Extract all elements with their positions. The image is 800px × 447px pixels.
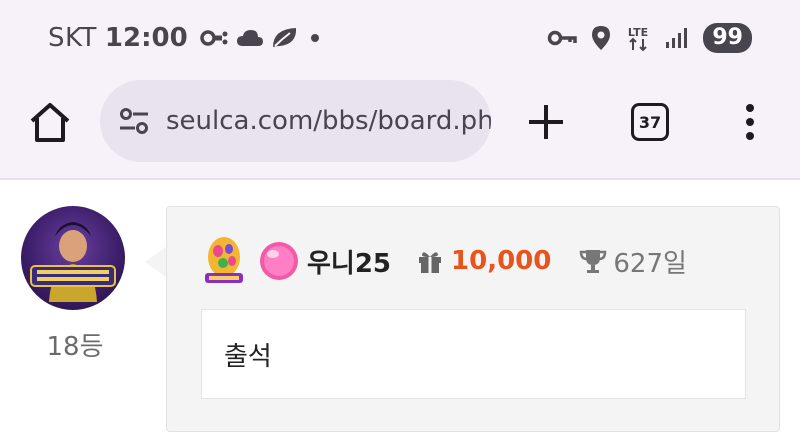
home-icon[interactable] (27, 100, 73, 146)
comment-header: 우니25 10,000 627일 (201, 235, 687, 287)
url-text[interactable]: seulca.com/bbs/board.ph (166, 106, 491, 136)
status-left: SKT 12:00 (48, 22, 324, 54)
status-bar: SKT 12:00 LTE 99 (0, 0, 800, 80)
vpn-key-icon (548, 30, 578, 46)
url-bar[interactable]: seulca.com/bbs/board.ph (100, 80, 491, 162)
notification-icons (199, 25, 324, 51)
lte-icon: LTE (628, 26, 648, 52)
leaf-icon (272, 28, 296, 47)
avatar-image (30, 222, 116, 302)
plus-icon[interactable] (526, 102, 566, 142)
days-count: 627일 (613, 248, 687, 279)
clock: 12:00 (104, 23, 188, 53)
dot-icon (310, 34, 319, 42)
tab-count: 37 (638, 112, 662, 132)
more-vert-icon[interactable] (735, 102, 765, 142)
location-icon (592, 26, 611, 50)
trophy-icon (580, 250, 607, 273)
comment-card: 우니25 10,000 627일 출석 (166, 206, 780, 432)
tabs-button[interactable]: 37 (631, 103, 669, 141)
signal-icon (666, 28, 688, 48)
carrier-label: SKT (48, 23, 97, 53)
status-right: LTE 99 (547, 22, 752, 54)
comment-text: 출석 (224, 342, 272, 372)
egg-badge-icon (205, 237, 243, 283)
avatar[interactable] (21, 206, 125, 310)
site-settings-icon[interactable] (118, 105, 150, 137)
browser-toolbar: seulca.com/bbs/board.ph 37 (0, 80, 800, 180)
points-value: 10,000 (451, 246, 552, 276)
link-icon (199, 30, 228, 46)
page-content: 18등 우니25 10,000 627일 출석 (0, 182, 800, 447)
card-tail (145, 246, 167, 278)
username[interactable]: 우니25 (307, 243, 391, 280)
comment-body: 출석 (201, 309, 746, 399)
gift-icon (419, 252, 442, 273)
rank-label: 18등 (46, 332, 104, 362)
level-orb-icon (260, 242, 298, 280)
cloud-icon (236, 30, 263, 46)
svg-text:LTE: LTE (628, 26, 648, 39)
battery-icon: 99 (703, 23, 752, 53)
